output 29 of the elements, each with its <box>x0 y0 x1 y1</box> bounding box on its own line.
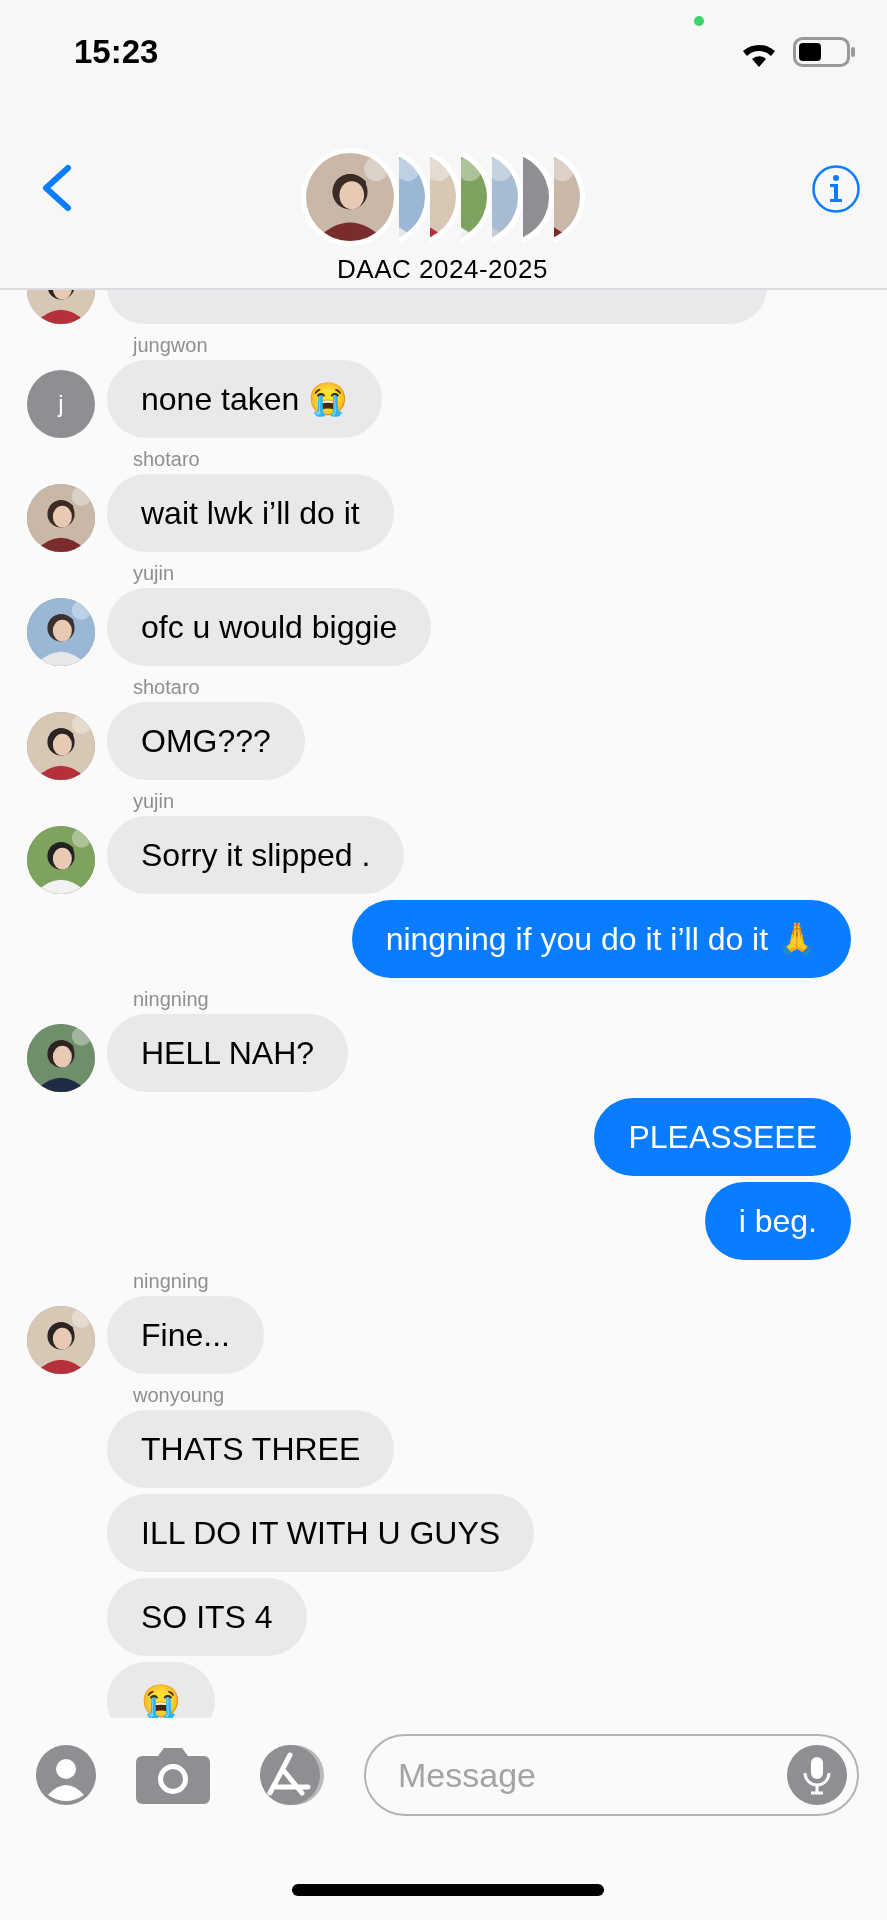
message-bubble[interactable]: ILL DO IT WITH U GUYS <box>107 1494 535 1572</box>
camera-icon[interactable] <box>136 1746 210 1804</box>
sender-name: jungwon <box>133 334 208 356</box>
message-bubble[interactable]: ningning if you do it i’ll do it 🙏 <box>351 900 851 978</box>
message-bubble[interactable]: none taken 😭 <box>107 360 383 438</box>
message-bubble[interactable]: Fine... <box>107 1296 264 1374</box>
message-bubble[interactable]: i beg. <box>704 1182 851 1260</box>
sender-name: wonyoung <box>133 1384 225 1406</box>
sender-name: ningning <box>133 1270 209 1292</box>
sender-name: yujin <box>133 562 175 584</box>
back-icon[interactable] <box>40 164 74 212</box>
message-bubble[interactable]: wait lwk i’ll do it <box>107 474 394 552</box>
message-bubble[interactable]: SO ITS 4 <box>107 1578 307 1656</box>
group-name[interactable]: DAAC 2024-2025 <box>337 254 548 285</box>
sender-name: shotaro <box>133 676 200 698</box>
battery-icon <box>793 37 855 67</box>
info-icon[interactable] <box>811 164 861 214</box>
message-bubble[interactable]: THATS THREE <box>107 1410 395 1488</box>
message-bubble[interactable]: OMG??? <box>107 702 305 780</box>
message-bubble[interactable]: HELL NAH? <box>107 1014 349 1092</box>
sender-name: yujin <box>133 790 175 812</box>
sender-name: ningning <box>133 988 209 1010</box>
microphone-icon[interactable] <box>787 1745 847 1805</box>
message-bubble[interactable]: PLEASSEEE <box>594 1098 851 1176</box>
message-bubble[interactable]: ofc u would biggie <box>107 588 432 666</box>
clock-time: 15:23 <box>74 33 159 71</box>
contact-icon[interactable] <box>36 1745 96 1805</box>
sender-name: shotaro <box>133 448 200 470</box>
message-bubble[interactable]: Sorry it slipped . <box>107 816 405 894</box>
